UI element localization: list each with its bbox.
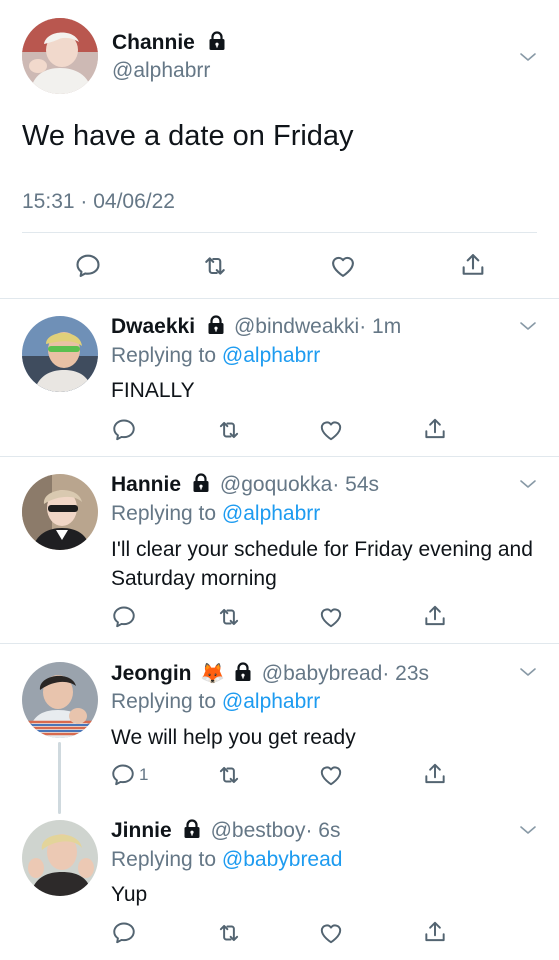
share-button[interactable] <box>457 249 489 281</box>
share-icon <box>422 761 448 787</box>
reply-button[interactable]: 1 <box>110 761 148 789</box>
lock-icon <box>206 315 226 335</box>
replying-to: Replying to @alphabrr <box>111 502 321 525</box>
divider <box>0 456 559 457</box>
retweet-icon <box>216 762 242 788</box>
reply-button[interactable] <box>110 919 138 947</box>
share-button[interactable] <box>421 760 449 788</box>
tweet-text: We have a date on Friday <box>22 120 354 152</box>
reply-button[interactable] <box>110 416 138 444</box>
like-button[interactable] <box>327 250 359 282</box>
display-name[interactable]: Jinnie <box>111 819 172 842</box>
handle[interactable]: @alphabrr <box>112 59 210 83</box>
handle[interactable]: @bindweakki <box>234 315 359 338</box>
handle[interactable]: @goquokka <box>220 473 332 496</box>
tweet-text: I'll clear your schedule for Friday even… <box>111 538 533 590</box>
retweet-icon <box>201 252 229 280</box>
divider <box>0 643 559 644</box>
lock-icon <box>233 662 253 682</box>
retweet-button[interactable] <box>215 416 243 444</box>
display-name[interactable]: Channie <box>112 31 195 54</box>
replying-to: Replying to @alphabrr <box>111 344 321 367</box>
relative-time[interactable]: · 1m <box>359 315 401 338</box>
divider <box>0 298 559 299</box>
heart-icon <box>318 762 344 788</box>
reply-icon <box>111 417 137 443</box>
replying-to-link[interactable]: @babybread <box>222 848 343 871</box>
replying-to-link[interactable]: @alphabrr <box>222 344 320 367</box>
avatar[interactable] <box>22 662 98 738</box>
like-button[interactable] <box>317 416 345 444</box>
fox-emoji: 🦊 <box>199 663 225 685</box>
display-name[interactable]: Jeongin <box>111 662 192 685</box>
reply-icon <box>111 920 137 946</box>
avatar[interactable] <box>22 18 98 94</box>
reply-icon <box>111 604 137 630</box>
reply-count: 1 <box>139 765 149 784</box>
share-icon <box>459 251 487 279</box>
lock-icon <box>191 473 211 493</box>
retweet-icon <box>216 604 242 630</box>
chevron-down-icon[interactable] <box>516 472 540 496</box>
chevron-down-icon[interactable] <box>516 818 540 842</box>
reply-button[interactable] <box>110 603 138 631</box>
like-button[interactable] <box>317 603 345 631</box>
share-button[interactable] <box>421 918 449 946</box>
handle[interactable]: @bestboy <box>211 819 306 842</box>
relative-time[interactable]: · 6s <box>305 819 340 842</box>
share-button[interactable] <box>421 415 449 443</box>
chevron-down-icon[interactable] <box>516 660 540 684</box>
replying-to-link[interactable]: @alphabrr <box>222 690 320 713</box>
retweet-icon <box>216 417 242 443</box>
heart-icon <box>318 604 344 630</box>
tweet-text: Yup <box>111 883 148 906</box>
timestamp[interactable]: 15:31 · 04/06/22 <box>22 190 175 214</box>
lock-icon <box>207 31 227 51</box>
heart-icon <box>318 920 344 946</box>
replying-to-link[interactable]: @alphabrr <box>222 502 320 525</box>
reply-icon <box>110 762 136 788</box>
like-button[interactable] <box>317 761 345 789</box>
replying-to: Replying to @babybread <box>111 848 343 871</box>
replying-to: Replying to @alphabrr <box>111 690 321 713</box>
retweet-button[interactable] <box>215 919 243 947</box>
reply-icon <box>74 252 102 280</box>
share-icon <box>422 919 448 945</box>
chevron-down-icon[interactable] <box>516 314 540 338</box>
relative-time[interactable]: · 23s <box>382 662 429 685</box>
thread-line <box>58 742 61 814</box>
chevron-down-icon[interactable] <box>516 45 540 69</box>
divider <box>22 232 537 233</box>
display-name[interactable]: Dwaekki <box>111 315 195 338</box>
retweet-button[interactable] <box>215 761 243 789</box>
heart-icon <box>329 252 357 280</box>
share-icon <box>422 416 448 442</box>
tweet-text: We will help you get ready <box>111 726 356 749</box>
avatar[interactable] <box>22 474 98 550</box>
relative-time[interactable]: · 54s <box>332 473 379 496</box>
avatar[interactable] <box>22 316 98 392</box>
like-button[interactable] <box>317 919 345 947</box>
retweet-icon <box>216 920 242 946</box>
heart-icon <box>318 417 344 443</box>
display-name[interactable]: Hannie <box>111 473 181 496</box>
lock-icon <box>182 819 202 839</box>
tweet-text: FINALLY <box>111 379 195 402</box>
handle[interactable]: @babybread <box>262 662 383 685</box>
retweet-button[interactable] <box>199 250 231 282</box>
retweet-button[interactable] <box>215 603 243 631</box>
reply-button[interactable] <box>72 250 104 282</box>
avatar[interactable] <box>22 820 98 896</box>
share-button[interactable] <box>421 602 449 630</box>
share-icon <box>422 603 448 629</box>
